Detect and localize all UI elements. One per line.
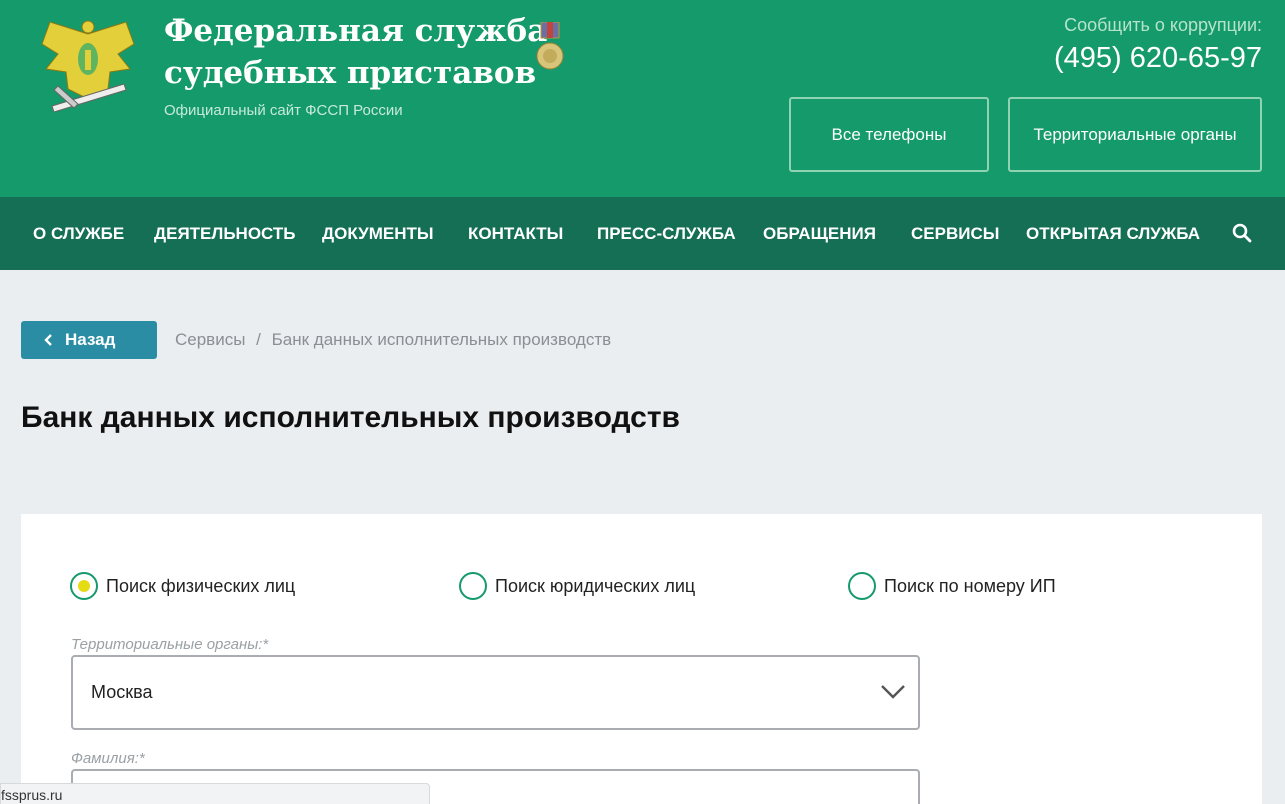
radio-legal-entities[interactable]: Поиск юридических лиц [459,571,695,601]
nav-item-about[interactable]: О СЛУЖБЕ [33,197,124,270]
eagle-emblem-icon[interactable] [38,14,138,116]
search-icon[interactable] [1232,223,1252,243]
region-field-label: Территориальные органы:* [71,636,269,653]
breadcrumb: Сервисы / Банк данных исполнительных про… [175,330,617,350]
nav-item-press[interactable]: ПРЕСС-СЛУЖБА [597,197,736,270]
radio-legal-entities-label: Поиск юридических лиц [495,575,696,596]
radio-circle-checked[interactable] [70,572,98,600]
radio-individuals[interactable]: Поиск физических лиц [70,571,295,601]
page-title: Банк данных исполнительных производств [21,401,680,434]
medal-icon [536,22,564,70]
radio-ip-number-label: Поиск по номеру ИП [884,575,1056,596]
org-name-line2: судебных приставов [164,55,537,91]
radio-circle[interactable] [848,572,876,600]
radio-ip-number[interactable]: Поиск по номеру ИП [848,571,1056,601]
chevron-down-icon [881,685,905,699]
all-phones-button[interactable]: Все телефоны [789,97,989,172]
nav-item-open-service[interactable]: ОТКРЫТАЯ СЛУЖБА [1026,197,1200,270]
breadcrumb-separator: / [256,330,261,349]
browser-status-bar: fssprus.ru [0,783,430,804]
radio-circle[interactable] [459,572,487,600]
nav-item-appeals[interactable]: ОБРАЩЕНИЯ [763,197,876,270]
radio-individuals-label: Поиск физических лиц [106,575,296,596]
corruption-label: Сообщить о коррупции: [1064,15,1262,35]
region-select[interactable]: Москва [71,655,920,730]
surname-field-label: Фамилия:* [71,750,145,767]
main-nav: О СЛУЖБЕ ДЕЯТЕЛЬНОСТЬ ДОКУМЕНТЫ КОНТАКТЫ… [0,197,1285,270]
chevron-left-icon [44,334,52,346]
corruption-phone[interactable]: (495) 620-65-97 [1054,42,1262,75]
breadcrumb-services[interactable]: Сервисы [175,330,245,349]
nav-item-services[interactable]: СЕРВИСЫ [911,197,999,270]
nav-item-documents[interactable]: ДОКУМЕНТЫ [322,197,434,270]
back-button-label: Назад [65,330,116,349]
org-name[interactable]: Федеральная служба судебных приставов [164,10,547,94]
site-header: Федеральная служба судебных приставов Оф… [0,0,1285,197]
region-select-value: Москва [91,682,153,702]
back-button[interactable]: Назад [21,321,157,359]
nav-item-contacts[interactable]: КОНТАКТЫ [468,197,563,270]
breadcrumb-current: Банк данных исполнительных производств [271,330,612,349]
nav-item-activity[interactable]: ДЕЯТЕЛЬНОСТЬ [154,197,296,270]
org-subtitle: Официальный сайт ФССП России [164,102,403,119]
org-name-line1: Федеральная служба [164,13,548,49]
territorial-bodies-button[interactable]: Территориальные органы [1008,97,1262,172]
